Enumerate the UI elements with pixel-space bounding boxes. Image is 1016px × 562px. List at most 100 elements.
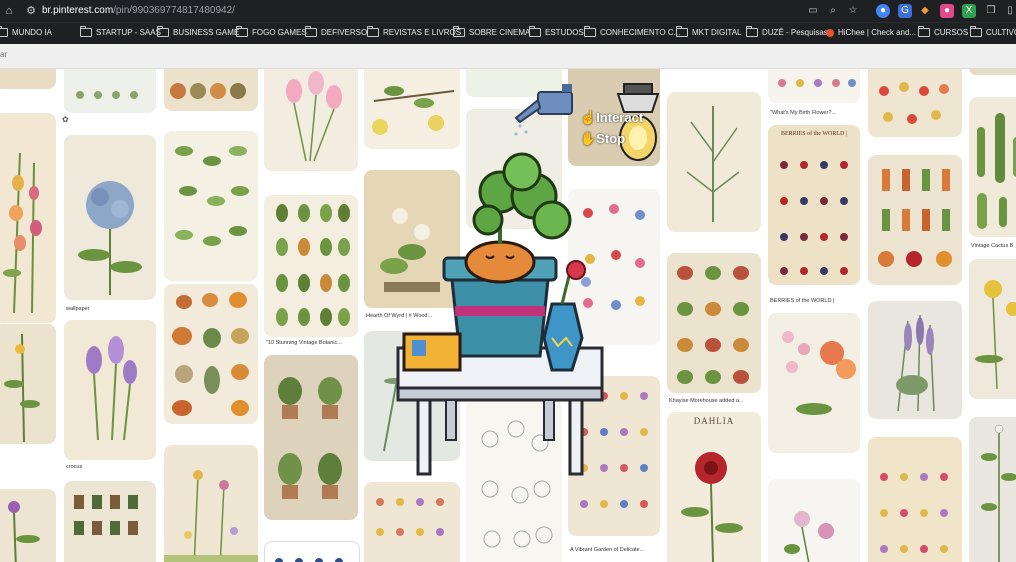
bookmark-item[interactable]: STARTUP - SAAS xyxy=(80,26,161,37)
bookmark-item[interactable]: MKT DIGITAL xyxy=(676,26,742,37)
extension-icon[interactable]: X xyxy=(962,4,976,18)
bookmark-item[interactable]: DUZÊ - Pesquisas xyxy=(746,26,828,37)
pin-card[interactable] xyxy=(164,69,258,111)
home-icon[interactable]: ⌂ xyxy=(2,4,16,18)
vegetable-chart-illustration xyxy=(878,169,952,267)
bookmark-item[interactable]: HiChee | Check and... xyxy=(826,28,916,37)
bookmark-item[interactable]: REVISTAS E LIVROS xyxy=(367,26,461,37)
pin-card[interactable] xyxy=(0,69,56,89)
berries-chart-illustration xyxy=(780,161,848,275)
pin-caption: wallpaper xyxy=(66,306,90,312)
pin-card[interactable] xyxy=(969,69,1016,75)
url-host: br.pinterest.com xyxy=(42,5,114,16)
address-bar[interactable]: br.pinterest.com/pin/990369774817480942/ xyxy=(42,5,235,16)
pin-card[interactable] xyxy=(264,195,358,337)
pin-card[interactable] xyxy=(64,481,156,562)
bookmark-item[interactable]: BUSINESS GAME xyxy=(157,26,239,37)
squash-illustration xyxy=(172,292,249,416)
pin-card[interactable] xyxy=(768,313,860,453)
pin-card[interactable] xyxy=(568,189,660,345)
bookmark-item[interactable]: ESTUDOS xyxy=(529,26,584,37)
extensions-puzzle-icon[interactable]: ❒ xyxy=(984,4,998,18)
extension-icon[interactable]: ● xyxy=(876,4,890,18)
bookmark-item[interactable]: CULTIVO xyxy=(970,26,1016,37)
rosemary-illustration xyxy=(686,106,740,222)
pin-card[interactable] xyxy=(64,320,156,460)
pin-card[interactable] xyxy=(568,376,660,536)
pin-card[interactable] xyxy=(768,69,860,103)
pin-card[interactable] xyxy=(868,437,962,562)
pin-caption: Hearth Of Wyrd | # Wood... xyxy=(366,313,433,319)
pin-caption: "10 Stunning Vintage Botanic... xyxy=(266,340,342,346)
pin-card[interactable] xyxy=(0,489,56,562)
vegetable-chart-illustration xyxy=(677,266,749,384)
pin-card[interactable] xyxy=(264,69,358,171)
browser-toolbar: ⌂ ⚙ br.pinterest.com/pin/990369774817480… xyxy=(0,0,1016,22)
wood-sorrel-illustration xyxy=(380,208,440,292)
pin-card[interactable]: DAHLIA xyxy=(667,412,761,562)
dandelion-illustration xyxy=(975,280,1016,390)
site-info-icon[interactable]: ⚙ xyxy=(24,4,38,18)
profile-icon[interactable]: ▯ xyxy=(1003,4,1016,18)
flower-grid-illustration xyxy=(376,498,444,536)
mushroom-chart-illustration xyxy=(74,495,138,535)
pin-card[interactable] xyxy=(0,113,56,323)
folder-icon xyxy=(367,26,379,37)
pin-card[interactable] xyxy=(466,109,562,229)
extension-icon[interactable]: ● xyxy=(940,4,954,18)
birth-flower-illustration xyxy=(778,79,856,87)
pin-card[interactable]: BERRIES of the WORLD | xyxy=(768,125,860,285)
bookmark-item[interactable]: MUNDO IA xyxy=(0,26,52,37)
pin-card[interactable] xyxy=(364,170,460,308)
zoom-icon[interactable]: ⌕ xyxy=(826,4,840,18)
pin-card[interactable] xyxy=(868,155,962,285)
cast-icon[interactable]: ▭ xyxy=(806,4,820,18)
blue-botanical-illustration xyxy=(275,558,343,562)
search-bar[interactable]: ar xyxy=(0,44,1016,69)
stop-icon: ✋ xyxy=(580,131,597,146)
pin-card[interactable] xyxy=(969,417,1016,562)
pin-card[interactable] xyxy=(768,479,860,562)
flower-chart-illustration xyxy=(580,392,648,508)
pin-card[interactable] xyxy=(667,253,761,393)
pin-caption: BERRIES of the WORLD | xyxy=(770,298,835,304)
pin-card[interactable] xyxy=(868,301,962,419)
pin-card[interactable] xyxy=(0,324,56,444)
pin-card[interactable] xyxy=(164,284,258,424)
pin-caption: crocus xyxy=(66,464,83,470)
pin-card[interactable] xyxy=(969,259,1016,399)
pin-card[interactable] xyxy=(164,131,258,281)
pin-card[interactable] xyxy=(364,69,460,149)
more-icon[interactable]: ✿ xyxy=(62,115,69,124)
bookmark-item[interactable]: SOBRE CINEMA xyxy=(453,26,530,37)
pin-card[interactable] xyxy=(364,331,460,461)
pin-grid: ✿ wallpaper crocus "10 Stunning Vintage … xyxy=(0,69,1016,562)
pin-card[interactable] xyxy=(868,69,962,137)
pin-card[interactable] xyxy=(969,97,1016,237)
pin-card[interactable] xyxy=(364,482,460,562)
pin-card[interactable] xyxy=(264,541,360,562)
search-input[interactable]: ar xyxy=(0,50,7,59)
pin-card[interactable] xyxy=(64,135,156,300)
bookmark-item[interactable]: DEFIVERSO xyxy=(305,26,367,37)
fern-illustration xyxy=(383,340,440,452)
pin-card[interactable] xyxy=(264,355,358,520)
dahlia-illustration xyxy=(681,452,743,562)
translate-icon[interactable]: G xyxy=(898,4,912,18)
peach-blossom-illustration xyxy=(782,331,856,415)
pin-card[interactable] xyxy=(164,445,258,562)
pin-card[interactable] xyxy=(64,69,156,113)
interact-button[interactable]: ☝Interact xyxy=(580,110,643,126)
pin-card[interactable] xyxy=(667,92,761,232)
extension-icon[interactable]: ◆ xyxy=(918,4,932,18)
folder-icon xyxy=(0,26,8,37)
pin-card[interactable] xyxy=(466,399,562,562)
botanical-chart-illustration xyxy=(276,204,350,326)
bookmark-item[interactable]: CURSOS xyxy=(918,26,968,37)
stop-button[interactable]: ✋Stop xyxy=(580,131,625,147)
crocus-illustration xyxy=(86,336,137,441)
bookmark-item[interactable]: CONHECIMENTO C... xyxy=(584,26,680,37)
pin-card[interactable] xyxy=(466,69,562,97)
bookmark-item[interactable]: FOGO GAMES xyxy=(236,26,307,37)
bookmark-star-icon[interactable]: ☆ xyxy=(846,4,860,18)
